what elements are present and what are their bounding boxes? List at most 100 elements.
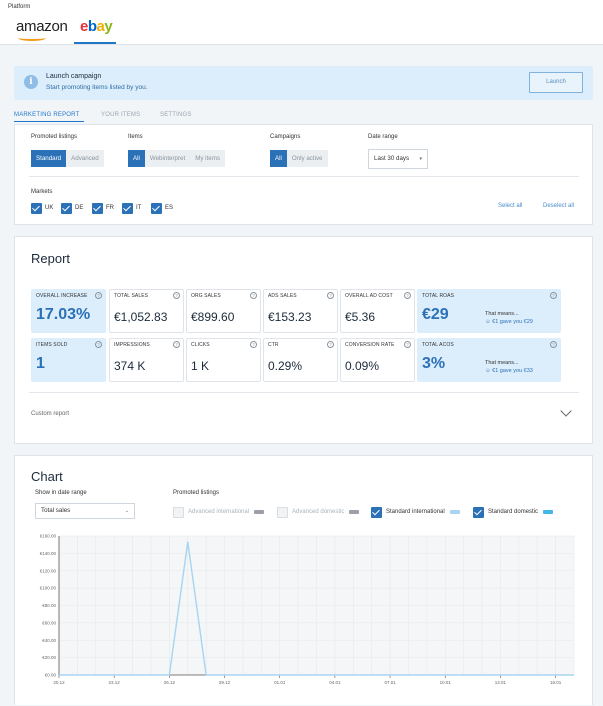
tab-amazon[interactable]: amazon — [16, 18, 68, 44]
x-tick-label: 29.12 — [219, 680, 231, 685]
promoted-listings-toggle: Standard Advanced — [31, 150, 104, 167]
chart-panel: Chart Show in date range Total sales ⌄ P… — [14, 455, 593, 705]
checkbox-checked-icon — [122, 202, 133, 214]
market-es[interactable]: ES — [151, 202, 173, 214]
report-panel: Report OVERALL INCREASE ? 17.03% TOTAL S… — [14, 236, 593, 444]
chevron-down-icon: ▾ — [419, 156, 422, 162]
card-org-sales: ORG SALES ? €899.60 — [186, 289, 261, 333]
info-icon[interactable]: ? — [250, 292, 257, 299]
means-detail: €1 gave you €29 — [492, 319, 533, 325]
checkbox-checked-icon — [92, 202, 103, 214]
chevron-down-icon[interactable] — [560, 405, 572, 417]
card-value: 1 K — [191, 359, 210, 373]
filters-panel: Promoted listings Standard Advanced Item… — [14, 124, 593, 225]
checkbox-checked-icon — [31, 202, 42, 214]
card-total-roas: TOTAL ROAS ? €29 That means... ☺ €1 gave… — [417, 289, 561, 333]
tab-marketing-report[interactable]: MARKETING REPORT — [14, 112, 79, 118]
info-icon[interactable]: ? — [327, 341, 334, 348]
info-icon: i — [24, 75, 38, 89]
x-tick-label: 01.01 — [274, 680, 286, 685]
amazon-logo: amazon — [16, 18, 68, 35]
y-tick-label: €40.00 — [42, 638, 56, 643]
platform-bar: Platform amazon ebay — [0, 0, 603, 45]
tab-your-items[interactable]: YOUR ITEMS — [101, 112, 140, 118]
card-value: 0.09% — [345, 359, 380, 373]
info-icon[interactable]: ? — [550, 341, 557, 348]
market-it[interactable]: IT — [122, 202, 141, 214]
banner-subtitle: Start promoting items listed by you. — [46, 84, 148, 91]
info-icon[interactable]: ? — [173, 292, 180, 299]
y-tick-label: €20.00 — [42, 655, 56, 660]
info-icon[interactable]: ? — [95, 292, 102, 299]
amazon-smile-icon — [18, 35, 46, 41]
info-icon[interactable]: ? — [250, 341, 257, 348]
items-all-option[interactable]: All — [128, 150, 145, 167]
info-icon[interactable]: ? — [550, 292, 557, 299]
promoted-standard-option[interactable]: Standard — [31, 150, 67, 167]
active-subtab-indicator — [14, 121, 84, 122]
promoted-listings-label: Promoted listings — [31, 134, 78, 140]
info-icon[interactable]: ? — [327, 292, 334, 299]
y-tick-label: €100.00 — [40, 586, 57, 591]
items-webinterpret-option[interactable]: Webinterpret — [144, 150, 191, 167]
card-ads-sales: ADS SALES ? €153.23 — [263, 289, 338, 333]
items-label: Items — [128, 134, 143, 140]
checkbox-checked-icon — [61, 202, 72, 214]
card-overall-increase: OVERALL INCREASE ? 17.03% — [31, 289, 106, 333]
market-label: ES — [165, 205, 174, 211]
x-tick-label: 07.01 — [384, 680, 396, 685]
card-value: 0.29% — [268, 359, 303, 373]
card-impressions: IMPRESSIONS ? 374 K — [109, 338, 184, 382]
market-de[interactable]: DE — [61, 202, 83, 214]
card-label: OVERALL INCREASE — [36, 293, 88, 299]
card-label: CLICKS — [191, 342, 210, 348]
select-all-link[interactable]: Select all — [498, 203, 522, 209]
tab-ebay[interactable]: ebay — [80, 18, 113, 44]
market-label: IT — [136, 205, 142, 211]
info-icon[interactable]: ? — [95, 341, 102, 348]
card-value: €899.60 — [191, 310, 235, 324]
x-tick-label: 13.01 — [495, 680, 507, 685]
y-tick-label: €120.00 — [40, 568, 57, 573]
date-range-select[interactable]: Last 30 days ▾ — [368, 149, 428, 169]
info-icon[interactable]: ? — [173, 341, 180, 348]
deselect-all-link[interactable]: Deselect all — [543, 203, 574, 209]
launch-button[interactable]: Launch — [529, 72, 583, 93]
market-label: FR — [106, 205, 114, 211]
y-tick-label: €80.00 — [42, 603, 56, 608]
items-my-items-option[interactable]: My items — [190, 150, 225, 167]
x-tick-label: 04.01 — [329, 680, 341, 685]
card-value: 3% — [422, 355, 446, 372]
card-ctr: CTR ? 0.29% — [263, 338, 338, 382]
card-label: ORG SALES — [191, 293, 221, 299]
card-label: CONVERSION RATE — [345, 342, 395, 348]
campaigns-toggle: All Only active — [270, 150, 328, 167]
checkbox-checked-icon — [151, 202, 162, 214]
y-tick-label: €160.00 — [40, 534, 57, 539]
campaigns-only-active-option[interactable]: Only active — [286, 150, 328, 167]
campaigns-all-option[interactable]: All — [270, 150, 287, 167]
card-label: TOTAL SALES — [114, 293, 149, 299]
means-label: That means... — [485, 311, 519, 317]
market-uk[interactable]: UK — [31, 202, 53, 214]
market-fr[interactable]: FR — [92, 202, 114, 214]
tab-settings[interactable]: SETTINGS — [160, 112, 192, 118]
promoted-advanced-option[interactable]: Advanced — [66, 150, 104, 167]
x-tick-label: 23.12 — [109, 680, 121, 685]
x-tick-label: 20.12 — [53, 680, 65, 685]
means-detail: €1 gave you €33 — [492, 368, 533, 374]
market-label: DE — [75, 205, 84, 211]
card-value: 17.03% — [36, 306, 91, 323]
card-total-sales: TOTAL SALES ? €1,052.83 — [109, 289, 184, 333]
items-toggle: All Webinterpret My items — [128, 150, 225, 167]
card-label: ITEMS SOLD — [36, 342, 68, 348]
launch-campaign-banner: i Launch campaign Start promoting items … — [14, 66, 593, 100]
market-label: UK — [45, 205, 54, 211]
info-icon[interactable]: ? — [404, 341, 411, 348]
info-icon[interactable]: ? — [404, 292, 411, 299]
x-tick-label: 16.01 — [550, 680, 562, 685]
card-label: CTR — [268, 342, 279, 348]
card-value: €1,052.83 — [114, 310, 168, 324]
card-label: IMPRESSIONS — [114, 342, 150, 348]
custom-report-toggle[interactable]: Custom report — [31, 411, 69, 417]
